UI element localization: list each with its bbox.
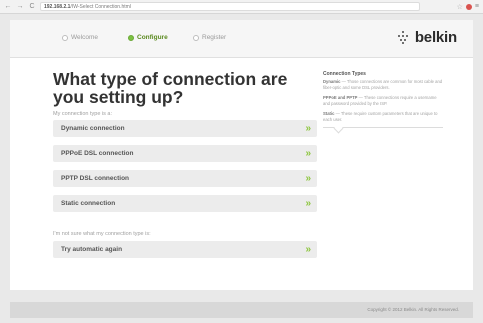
help-term: Dynamic	[323, 79, 341, 84]
brand-name: belkin	[414, 29, 457, 46]
browser-menu-icon[interactable]: ≡	[475, 3, 479, 10]
option-label: Try automatic again	[61, 246, 123, 253]
help-item: Static — These require custom parameters…	[323, 111, 443, 123]
url-host: 192.168.2.1	[44, 4, 71, 10]
main-panel: What type of connection are you setting …	[10, 58, 473, 290]
brand-logo: belkin	[397, 29, 457, 46]
connection-prompt: My connection type is a:	[53, 111, 113, 117]
double-chevron-right-icon: »	[305, 173, 310, 184]
forward-button[interactable]: →	[16, 2, 24, 12]
bookmark-star-icon[interactable]: ☆	[457, 3, 463, 11]
step-welcome[interactable]: Welcome	[62, 34, 98, 41]
page-footer: Copyright © 2012 Belkin. All Rights Rese…	[10, 302, 473, 318]
help-panel: Connection Types Dynamic — Those connect…	[323, 71, 443, 128]
extension-icon[interactable]	[465, 3, 472, 10]
double-chevron-right-icon: »	[305, 198, 310, 209]
double-chevron-right-icon: »	[305, 123, 310, 134]
browser-toolbar: ← → C 192.168.2.1/IW-Select Connection.h…	[0, 0, 483, 14]
page-title: What type of connection are you setting …	[53, 69, 288, 107]
help-term: PPPoE and PPTP	[323, 95, 358, 100]
step-configure[interactable]: Configure	[128, 34, 168, 41]
option-label: Static connection	[61, 200, 116, 207]
browser-icons: ☆ ≡	[457, 3, 479, 11]
address-bar[interactable]: 192.168.2.1/IW-Select Connection.html	[40, 2, 420, 11]
option-pptp-dsl-connection[interactable]: PPTP DSL connection »	[53, 170, 317, 187]
option-label: PPPoE DSL connection	[61, 150, 134, 157]
option-dynamic-connection[interactable]: Dynamic connection »	[53, 120, 317, 137]
belkin-logo-icon	[397, 31, 410, 44]
help-term: Static	[323, 111, 335, 116]
unsure-prompt: I'm not sure what my connection type is:	[53, 231, 151, 237]
option-static-connection[interactable]: Static connection »	[53, 195, 317, 212]
option-label: PPTP DSL connection	[61, 175, 130, 182]
help-text: — Those connections are common for most …	[323, 79, 443, 90]
step-label: Configure	[137, 34, 168, 41]
double-chevron-right-icon: »	[305, 244, 310, 255]
help-text: — These require custom parameters that a…	[323, 111, 438, 122]
help-item: PPPoE and PPTP — These connections requi…	[323, 95, 443, 107]
step-label: Welcome	[71, 34, 98, 41]
double-chevron-right-icon: »	[305, 148, 310, 159]
step-indicator-icon	[193, 34, 199, 41]
help-divider	[323, 127, 443, 128]
option-pppoe-dsl-connection[interactable]: PPPoE DSL connection »	[53, 145, 317, 162]
step-indicator-icon	[128, 34, 134, 41]
back-button[interactable]: ←	[4, 2, 12, 12]
step-indicator-icon	[62, 34, 68, 41]
setup-header: Welcome Configure Register belkin	[10, 20, 473, 58]
try-automatic-again-button[interactable]: Try automatic again »	[53, 241, 317, 258]
step-register[interactable]: Register	[193, 34, 226, 41]
help-title: Connection Types	[323, 71, 366, 77]
url-path: /IW-Select Connection.html	[70, 4, 131, 10]
step-label: Register	[202, 34, 227, 41]
help-item: Dynamic — Those connections are common f…	[323, 79, 443, 91]
option-label: Dynamic connection	[61, 125, 125, 132]
copyright-text: Copyright © 2012 Belkin. All Rights Rese…	[367, 307, 459, 312]
reload-button[interactable]: C	[28, 2, 36, 12]
